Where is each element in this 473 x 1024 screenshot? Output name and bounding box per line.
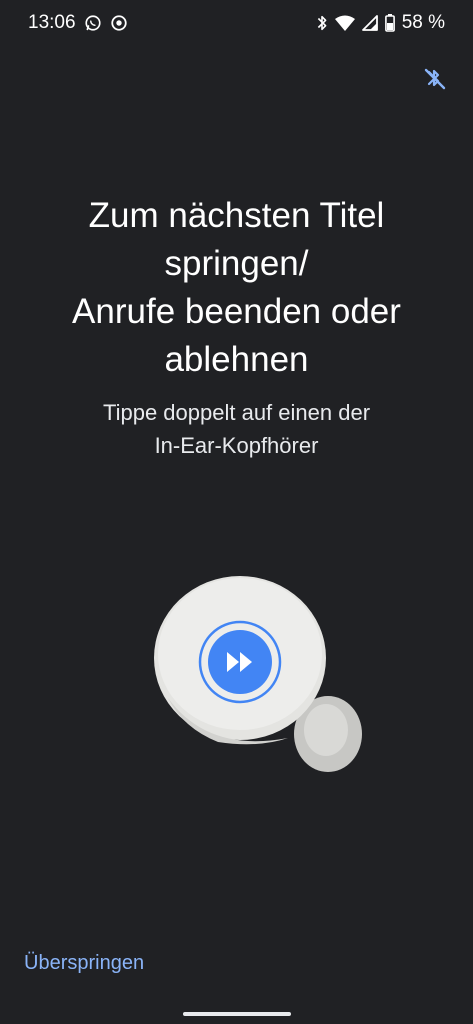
status-left: 13:06 (28, 12, 128, 34)
focus-mode-icon (110, 14, 128, 32)
skip-button[interactable]: Überspringen (24, 948, 144, 979)
earbud-illustration (138, 548, 368, 788)
wifi-icon (334, 15, 355, 31)
page-subtitle: Tippe doppelt auf einen der In-Ear-Kopfh… (102, 400, 371, 458)
battery-icon (384, 14, 395, 32)
status-bar: 13:06 58 % (0, 0, 473, 46)
bluetooth-disabled-icon (423, 66, 447, 95)
whatsapp-icon (84, 14, 102, 32)
page-title: Zum nächsten Titel springen/ Anrufe been… (72, 196, 401, 379)
cellular-signal-icon (361, 15, 378, 31)
bluetooth-disabled-button[interactable] (421, 66, 449, 94)
status-right: 58 % (316, 12, 445, 34)
battery-percent: 58 % (401, 12, 445, 33)
status-time: 13:06 (28, 12, 76, 33)
bluetooth-icon (316, 14, 328, 32)
gesture-nav-handle[interactable] (182, 1012, 291, 1016)
